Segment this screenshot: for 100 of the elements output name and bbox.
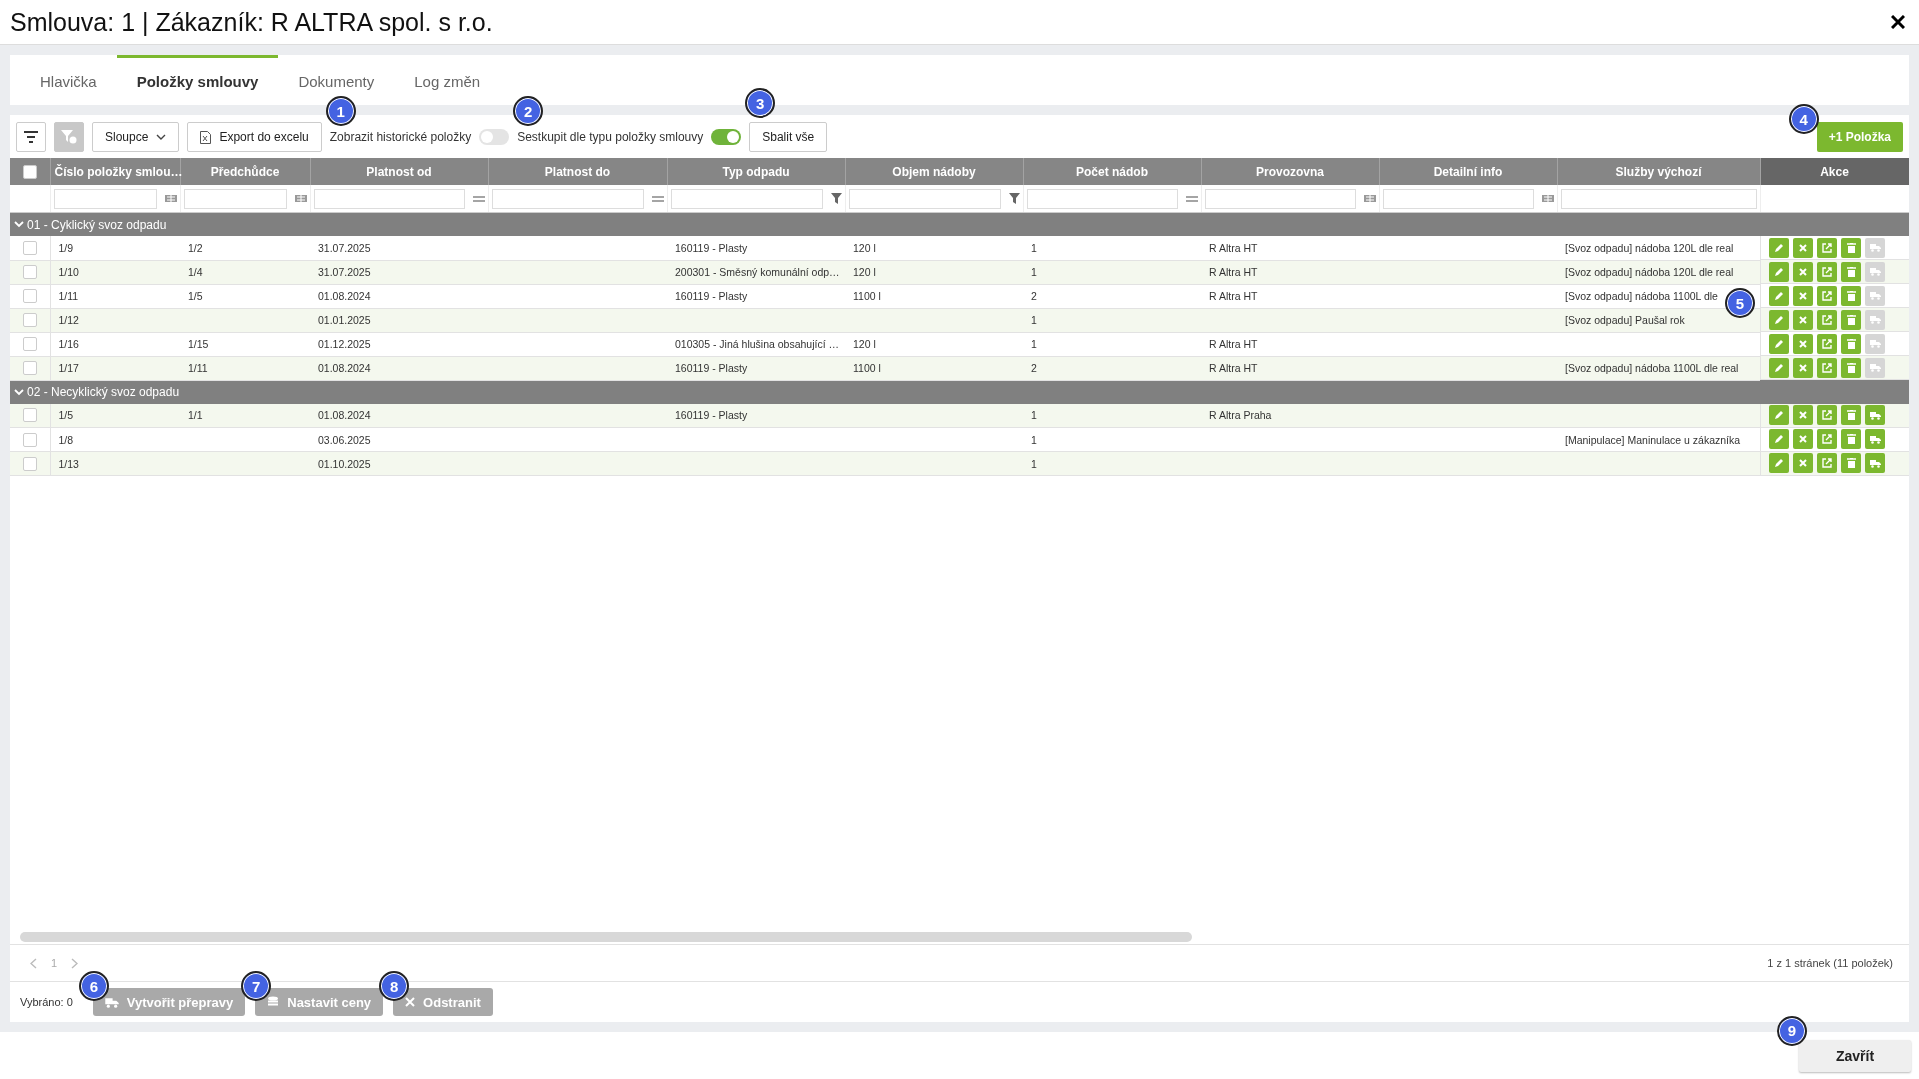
filter-field[interactable] [491, 188, 644, 209]
table-cell: 120 l [853, 338, 876, 350]
truck-icon[interactable] [1865, 453, 1885, 473]
text-filter-icon[interactable] [164, 193, 177, 204]
filter-field[interactable] [1382, 188, 1534, 209]
external-link-icon[interactable] [1817, 453, 1837, 473]
filter-button[interactable] [16, 122, 46, 152]
add-item-button[interactable]: +1 Položka [1816, 122, 1903, 152]
filter-field[interactable] [313, 188, 465, 209]
table-cell: 31.07.2025 [318, 266, 371, 278]
row-checkbox[interactable] [22, 337, 37, 352]
trash-icon[interactable] [1841, 309, 1861, 330]
export-button[interactable]: Export do excelu [187, 122, 322, 152]
truck-icon[interactable] [1865, 285, 1885, 306]
trash-icon[interactable] [1841, 237, 1861, 258]
filter-field[interactable] [183, 188, 287, 209]
truck-icon[interactable] [1865, 261, 1885, 282]
column-header[interactable]: Objem nádoby [845, 158, 1023, 185]
trash-icon[interactable] [1841, 405, 1861, 425]
text-filter-icon[interactable] [1363, 193, 1376, 204]
tab[interactable]: Položky smlouvy [116, 55, 279, 105]
column-header[interactable]: Platnost od [310, 158, 488, 185]
column-header[interactable]: Detailní info [1379, 158, 1557, 185]
filter-field[interactable] [1204, 188, 1356, 209]
select-all-checkbox[interactable] [22, 164, 37, 179]
pencil-icon[interactable] [1769, 429, 1789, 449]
external-link-icon[interactable] [1817, 261, 1837, 282]
row-checkbox[interactable] [22, 432, 37, 447]
group-header[interactable]: 01 - Cyklický svoz odpadu [14, 217, 167, 232]
external-link-icon[interactable] [1817, 333, 1837, 354]
pencil-icon[interactable] [1769, 285, 1789, 306]
close-button[interactable]: Zavřít [1799, 1039, 1911, 1072]
pencil-icon[interactable] [1769, 405, 1789, 425]
previous-page-icon[interactable] [30, 957, 37, 969]
filter-field[interactable] [848, 188, 1001, 209]
trash-icon[interactable] [1841, 453, 1861, 473]
column-header[interactable]: Služby výchozí [1557, 158, 1760, 185]
filter-field[interactable] [53, 188, 157, 209]
trash-icon[interactable] [1841, 357, 1861, 378]
external-link-icon[interactable] [1817, 357, 1837, 378]
external-link-icon[interactable] [1817, 285, 1837, 306]
tab[interactable]: Log změn [394, 55, 501, 105]
truck-icon[interactable] [1865, 237, 1885, 258]
column-header[interactable]: Provozovna [1201, 158, 1379, 185]
external-link-icon[interactable] [1817, 237, 1837, 258]
trash-icon[interactable] [1841, 333, 1861, 354]
column-header[interactable]: Počet nádob [1023, 158, 1201, 185]
column-header[interactable]: Typ odpadu [667, 158, 845, 185]
row-checkbox[interactable] [22, 240, 37, 255]
close-icon[interactable] [1891, 15, 1905, 29]
truck-icon[interactable] [1865, 333, 1885, 354]
collapse-all-button[interactable]: Sbalit vše [749, 122, 828, 152]
trash-icon[interactable] [1841, 285, 1861, 306]
table-cell: 1/11 [188, 362, 208, 374]
page-number[interactable]: 1 [51, 957, 58, 969]
truck-icon[interactable] [1865, 309, 1885, 330]
text-filter-icon[interactable] [1541, 193, 1554, 204]
filter-field[interactable] [1026, 188, 1178, 209]
row-checkbox[interactable] [22, 456, 37, 471]
row-checkbox[interactable] [22, 289, 37, 304]
group-header[interactable]: 02 - Necyklický svoz odpadu [14, 385, 180, 399]
table-cell: 01.08.2024 [318, 290, 371, 302]
external-link-icon[interactable] [1817, 309, 1837, 330]
row-checkbox[interactable] [22, 408, 37, 423]
trash-icon[interactable] [1841, 261, 1861, 282]
text-filter-icon[interactable] [294, 193, 307, 204]
callout-badge: 7 [241, 971, 272, 1001]
column-header[interactable]: Číslo položky smlou… [50, 158, 180, 185]
toggle-switch[interactable] [479, 129, 510, 145]
pencil-icon[interactable] [1769, 309, 1789, 330]
column-header[interactable]: Předchůdce [180, 158, 310, 185]
pencil-icon[interactable] [1769, 333, 1789, 354]
columns-dropdown[interactable]: Sloupce [92, 122, 180, 152]
row-checkbox[interactable] [22, 313, 37, 328]
external-link-icon[interactable] [1817, 429, 1837, 449]
tab[interactable]: Hlavička [20, 55, 117, 105]
filter-field[interactable] [670, 188, 823, 209]
equals-filter-icon[interactable] [651, 195, 664, 202]
pencil-icon[interactable] [1769, 453, 1789, 473]
equals-filter-icon[interactable] [472, 195, 485, 202]
pencil-icon[interactable] [1769, 261, 1789, 282]
funnel-icon[interactable] [830, 193, 842, 204]
truck-icon[interactable] [1865, 357, 1885, 378]
row-checkbox[interactable] [22, 361, 37, 376]
horizontal-scrollbar[interactable] [20, 932, 1192, 942]
filter-field[interactable] [1560, 188, 1757, 209]
toggle-switch[interactable] [711, 129, 742, 145]
table-cell: 200301 - Směsný komunální odp… [675, 266, 840, 278]
table-cell: [Svoz odpadu] Paušal rok [1565, 314, 1685, 326]
trash-icon[interactable] [1841, 429, 1861, 449]
truck-icon[interactable] [1865, 405, 1885, 425]
external-link-icon[interactable] [1817, 405, 1837, 425]
pencil-icon[interactable] [1769, 357, 1789, 378]
column-header[interactable]: Platnost do [488, 158, 667, 185]
row-checkbox[interactable] [22, 265, 37, 280]
next-page-icon[interactable] [71, 957, 79, 969]
truck-icon[interactable] [1865, 429, 1885, 449]
funnel-icon[interactable] [1008, 193, 1020, 204]
pencil-icon[interactable] [1769, 237, 1789, 258]
equals-filter-icon[interactable] [1185, 195, 1198, 202]
